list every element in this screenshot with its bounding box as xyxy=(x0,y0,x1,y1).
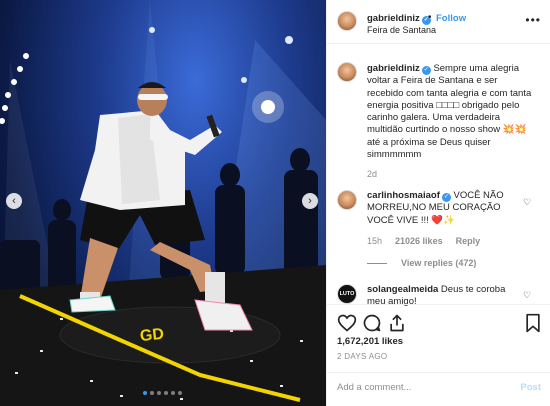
carousel-dot xyxy=(178,391,182,395)
carousel-dot xyxy=(150,391,154,395)
carousel-indicator xyxy=(143,391,182,395)
add-comment-bar: Add a comment... Post xyxy=(327,372,550,406)
carousel-dot xyxy=(157,391,161,395)
next-photo-button[interactable]: › xyxy=(302,193,318,209)
separator-dot: • xyxy=(428,12,432,23)
concert-photo-art: GD xyxy=(0,0,326,406)
add-comment-input[interactable]: Add a comment... xyxy=(337,382,497,393)
svg-text:GD: GD xyxy=(139,326,165,345)
post-header: gabrieldiniz ✓ • Follow Feira de Santana … xyxy=(327,0,550,44)
carousel-dot xyxy=(171,391,175,395)
like-heart-icon[interactable] xyxy=(337,313,357,333)
replies-divider xyxy=(367,263,387,265)
comment-like-heart-icon[interactable]: ♡ xyxy=(523,290,531,301)
author-avatar[interactable] xyxy=(337,11,357,31)
commenter-username[interactable]: carlinhosmaiaof xyxy=(367,190,440,201)
post-side-panel: gabrieldiniz ✓ • Follow Feira de Santana … xyxy=(326,0,550,406)
caption-timestamp[interactable]: 2d xyxy=(367,169,377,179)
verified-badge-icon: ✓ xyxy=(421,66,431,75)
post-photo[interactable]: GD ‹ › xyxy=(0,0,326,406)
comment-reply-button[interactable]: Reply xyxy=(456,236,481,246)
comment-text: solangealmeida Deus te coroba meu amigo! xyxy=(367,284,525,306)
likes-count[interactable]: 1,672,201 likes xyxy=(337,336,403,347)
commenter-avatar[interactable] xyxy=(337,190,357,210)
author-name-row: gabrieldiniz ✓ xyxy=(367,13,431,25)
comment-bubble-icon[interactable] xyxy=(362,313,382,333)
post-date[interactable]: 2 DAYS AGO xyxy=(337,352,387,361)
previous-photo-button[interactable]: ‹ xyxy=(6,193,22,209)
carousel-dot xyxy=(164,391,168,395)
post-comment-button[interactable]: Post xyxy=(520,382,541,393)
author-username[interactable]: gabrieldiniz xyxy=(367,13,420,24)
caption-username[interactable]: gabrieldiniz xyxy=(367,63,420,74)
comment-text: carlinhosmaiaof ✓ VOCÊ NÃO MORREU,NO MEU … xyxy=(367,190,525,227)
comment-meta: 15h 21026 likes Reply xyxy=(367,236,480,246)
caption-avatar[interactable] xyxy=(337,62,357,82)
post-location[interactable]: Feira de Santana xyxy=(367,25,436,35)
comment-like-heart-icon[interactable]: ♡ xyxy=(523,197,531,208)
commenter-avatar[interactable]: LUTO xyxy=(337,284,357,304)
more-options-icon[interactable]: ••• xyxy=(525,13,541,27)
bookmark-icon[interactable] xyxy=(523,313,543,333)
comment-timestamp[interactable]: 15h xyxy=(367,236,382,246)
post-actions xyxy=(327,304,550,333)
caption-body: Sempre uma alegria voltar a Feira de San… xyxy=(367,63,532,161)
view-replies-button[interactable]: View replies (472) xyxy=(367,258,476,268)
commenter-username[interactable]: solangealmeida xyxy=(367,284,438,295)
comment-likes[interactable]: 21026 likes xyxy=(395,236,443,246)
instagram-post-modal: GD ‹ › gabrieldiniz ✓ • Follow Feira de … xyxy=(0,0,550,406)
caption-text: gabrieldiniz ✓ Sempre uma alegria voltar … xyxy=(367,63,535,161)
share-icon[interactable] xyxy=(387,313,407,333)
view-replies-label: View replies (472) xyxy=(401,258,477,268)
verified-badge-icon: ✓ xyxy=(441,193,451,202)
follow-button[interactable]: Follow xyxy=(436,13,466,24)
carousel-dot xyxy=(143,391,147,395)
